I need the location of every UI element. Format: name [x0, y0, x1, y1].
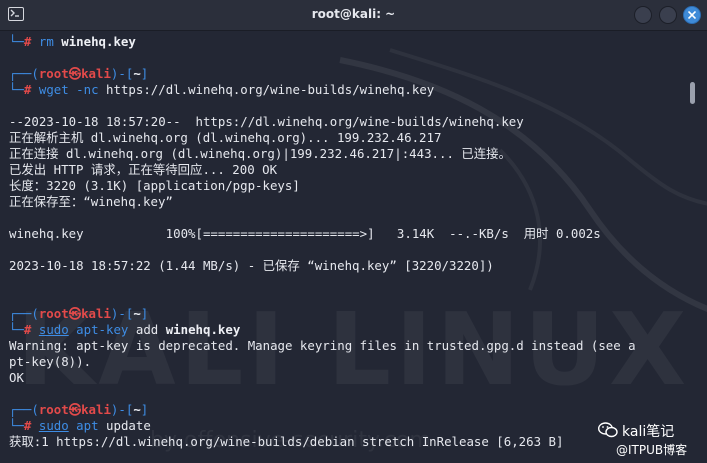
terminal-line: Warning: apt-key is deprecated. Manage k…: [9, 338, 636, 353]
scrollbar-thumb[interactable]: [690, 82, 695, 104]
terminal-line: └─# wget -nc https://dl.winehq.org/wine-…: [9, 82, 435, 97]
terminal-line: 已发出 HTTP 请求，正在等待回应... 200 OK: [9, 162, 278, 177]
terminal-line: └─# rm winehq.key: [9, 34, 136, 49]
source-badge: kali笔记 @ITPUB博客: [598, 419, 706, 461]
terminal-line: 长度：3220 (3.1K) [application/pgp-keys]: [9, 178, 300, 193]
terminal-line: ┌──(root㉿kali)-[~]: [9, 306, 149, 321]
progress-line: winehq.key 100%[=====================>] …: [9, 226, 601, 241]
terminal-line: 正在保存至：“winehq.key”: [9, 194, 173, 209]
terminal-line: 正在连接 dl.winehq.org (dl.winehq.org)|199.2…: [9, 146, 511, 161]
title-bar[interactable]: root@kali: ~: [0, 0, 707, 31]
terminal-line: pt-key(8)).: [9, 354, 92, 369]
terminal-line: └─# sudo apt update: [9, 418, 151, 433]
terminal-line: 获取:1 https://dl.winehq.org/wine-builds/d…: [9, 434, 564, 449]
terminal-line: 2023-10-18 18:57:22 (1.44 MB/s) - 已保存 “w…: [9, 258, 494, 273]
badge-name: kali笔记: [622, 424, 675, 440]
terminal-line: ┌──(root㉿kali)-[~]: [9, 402, 149, 417]
terminal-line: └─# sudo apt-key add winehq.key: [9, 322, 241, 337]
terminal-line: 正在解析主机 dl.winehq.org (dl.winehq.org)... …: [9, 130, 442, 145]
terminal-output: └─# rm winehq.key ┌──(root㉿kali)-[~] └─#…: [9, 34, 636, 450]
terminal-content[interactable]: KALI LINUX by offensive-security.com └─#…: [0, 30, 707, 463]
terminal-line: ┌──(root㉿kali)-[~]: [9, 66, 149, 81]
wechat-icon: [598, 422, 618, 438]
badge-source: @ITPUB博客: [616, 443, 688, 457]
minimize-icon[interactable]: [634, 6, 652, 24]
maximize-icon[interactable]: [659, 6, 677, 24]
terminal-line: --2023-10-18 18:57:20-- https://dl.wineh…: [9, 114, 524, 129]
terminal-window: root@kali: ~ KALI LINUX by offensive-sec…: [0, 0, 707, 463]
window-title: root@kali: ~: [311, 7, 396, 21]
close-icon[interactable]: [683, 6, 701, 24]
terminal-line: OK: [9, 370, 24, 385]
